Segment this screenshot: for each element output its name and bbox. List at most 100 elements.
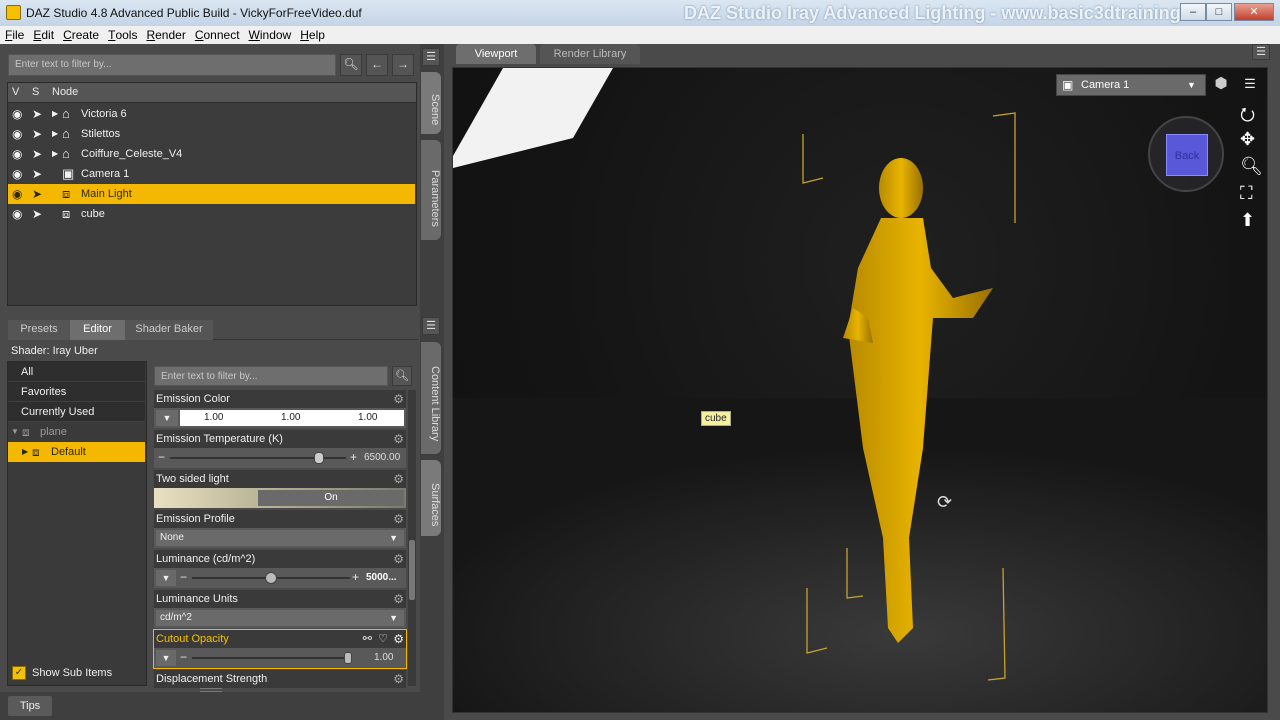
tips-button[interactable]: Tips [8, 696, 52, 716]
scene-node-row[interactable]: ◉ ➤ ▶ ⌂ Coiffure_Celeste_V4 [8, 144, 415, 164]
maximize-button[interactable]: □ [1206, 3, 1232, 21]
pointer-icon[interactable]: ➤ [32, 144, 42, 164]
aim-icon[interactable]: ⬆ [1240, 210, 1255, 231]
splitter-handle[interactable] [200, 688, 222, 692]
eye-icon[interactable]: ◉ [12, 184, 22, 204]
gear-icon[interactable]: ⚙ [393, 590, 404, 608]
menu-window[interactable]: Window [244, 26, 296, 42]
expand-arrow-icon[interactable]: ▶ [52, 144, 58, 164]
expand-arrow-icon[interactable]: ▶ [52, 104, 58, 124]
gear-icon[interactable]: ⚙ [393, 670, 404, 688]
viewport-menu-icon[interactable]: ☰ [1242, 76, 1258, 92]
property-filter-input[interactable]: Enter text to filter by... [154, 366, 388, 386]
gear-icon[interactable]: ⚙ [393, 430, 404, 448]
pointer-icon[interactable]: ➤ [32, 204, 42, 224]
search-icon[interactable]: 🔍︎ [392, 366, 412, 386]
pointer-icon[interactable]: ➤ [32, 164, 42, 184]
dropdown-arrow-icon[interactable]: ▼ [156, 570, 176, 586]
show-sub-items-checkbox[interactable]: ✓ [12, 666, 26, 680]
expand-arrow-icon[interactable]: ▶ [52, 124, 58, 144]
scrollbar-thumb[interactable] [409, 540, 415, 600]
close-button[interactable]: ✕ [1234, 3, 1274, 21]
menu-render[interactable]: Render [141, 26, 189, 42]
slider-track[interactable] [192, 657, 350, 659]
column-selectable[interactable]: S [32, 86, 39, 98]
menu-connect[interactable]: Connect [190, 26, 244, 42]
toggle-on[interactable]: On [258, 490, 404, 506]
dropdown-arrow-icon[interactable]: ▼ [156, 410, 178, 426]
pointer-icon[interactable]: ➤ [32, 124, 42, 144]
nav-cube-face[interactable]: Back [1166, 134, 1208, 176]
pane-menu-icon-2[interactable]: ☰ [422, 317, 440, 335]
pointer-icon[interactable]: ➤ [32, 184, 42, 204]
tab-presets[interactable]: Presets [8, 320, 70, 340]
eye-icon[interactable]: ◉ [12, 104, 22, 124]
menu-file[interactable]: File [0, 26, 28, 42]
viewport-3d[interactable]: cube ⟳ [452, 67, 1268, 713]
search-icon[interactable]: 🔍︎ [340, 54, 362, 76]
slider-knob[interactable] [265, 572, 277, 584]
properties-scrollbar[interactable] [408, 390, 416, 686]
link-icon[interactable]: ⚯ [363, 630, 372, 648]
forward-arrow-icon[interactable]: → [392, 54, 414, 76]
orbit-icon[interactable]: ⭮ [1240, 102, 1255, 132]
eye-icon[interactable]: ◉ [12, 124, 22, 144]
eye-icon[interactable]: ◉ [12, 204, 22, 224]
increment-icon[interactable]: + [352, 570, 359, 584]
pane-menu-icon-viewport[interactable]: ☰ [1252, 44, 1270, 60]
tab-editor[interactable]: Editor [70, 320, 125, 340]
gear-icon[interactable]: ⚙ [393, 630, 404, 648]
minimize-button[interactable]: – [1180, 3, 1206, 21]
menu-help[interactable]: Help [295, 26, 329, 42]
slider-knob[interactable] [313, 452, 324, 464]
tab-scene[interactable]: Scene [421, 72, 441, 134]
column-node[interactable]: Node [52, 86, 78, 98]
tree-item-default[interactable]: ▶ ⧈ Default [8, 442, 145, 462]
tab-render-library[interactable]: Render Library [540, 44, 640, 64]
gear-icon[interactable]: ⚙ [393, 390, 404, 408]
tab-content-library[interactable]: Content Library [421, 342, 441, 454]
scene-node-row[interactable]: ◉ ➤ ▶ ⌂ Victoria 6 [8, 104, 415, 124]
menu-create[interactable]: Create [58, 26, 103, 42]
menu-edit[interactable]: Edit [28, 26, 58, 42]
scene-node-row[interactable]: ◉ ➤ ⧈ cube [8, 204, 415, 224]
menu-tools[interactable]: Tools [103, 26, 141, 42]
category-currently-used[interactable]: Currently Used [8, 402, 145, 422]
slider-value[interactable]: 5000... [366, 572, 397, 583]
color-value-field[interactable]: 1.00 1.00 1.00 [180, 410, 404, 426]
view-cube-icon[interactable]: ⬢ [1211, 74, 1231, 94]
category-favorites[interactable]: Favorites [8, 382, 145, 402]
tree-item-plane[interactable]: ▼ ⧈ plane [8, 422, 145, 442]
scene-node-row[interactable]: ◉ ➤ ⧈ Main Light [8, 184, 415, 204]
scene-filter-input[interactable]: Enter text to filter by... [8, 54, 336, 76]
gear-icon[interactable]: ⚙ [393, 510, 404, 528]
zoom-icon[interactable]: 🔍︎ [1240, 156, 1263, 177]
tab-parameters[interactable]: Parameters [421, 140, 441, 240]
decrement-icon[interactable]: − [158, 450, 165, 464]
eye-icon[interactable]: ◉ [12, 164, 22, 184]
camera-select[interactable]: ▣ Camera 1 ▼ [1056, 74, 1206, 96]
frame-icon[interactable]: ⛶ [1240, 183, 1253, 204]
pointer-icon[interactable]: ➤ [32, 104, 42, 124]
tab-viewport[interactable]: Viewport [456, 44, 536, 64]
slider-knob[interactable] [344, 652, 352, 664]
gear-icon[interactable]: ⚙ [393, 470, 404, 488]
column-visible[interactable]: V [12, 86, 19, 98]
pane-menu-icon[interactable]: ☰ [422, 48, 440, 66]
slider-value[interactable]: 6500.00 [364, 452, 400, 463]
decrement-icon[interactable]: − [180, 570, 187, 584]
decrement-icon[interactable]: − [180, 650, 187, 664]
slider-value[interactable]: 1.00 [374, 652, 393, 663]
tab-surfaces[interactable]: Surfaces [421, 460, 441, 536]
scene-node-row[interactable]: ◉ ➤ ▶ ⌂ Stilettos [8, 124, 415, 144]
expand-arrow-icon[interactable]: ▶ [22, 442, 28, 462]
gear-icon[interactable]: ⚙ [393, 550, 404, 568]
back-arrow-icon[interactable]: ← [366, 54, 388, 76]
expand-arrow-icon[interactable]: ▼ [11, 422, 19, 442]
heart-icon[interactable]: ♡ [378, 630, 388, 648]
increment-icon[interactable]: + [350, 450, 357, 464]
luminance-units-select[interactable]: cd/m^2 ▼ [156, 610, 404, 626]
pan-icon[interactable]: ✥ [1240, 129, 1255, 150]
scene-node-row[interactable]: ◉ ➤ ▣ Camera 1 [8, 164, 415, 184]
dropdown-arrow-icon[interactable]: ▼ [156, 650, 176, 666]
